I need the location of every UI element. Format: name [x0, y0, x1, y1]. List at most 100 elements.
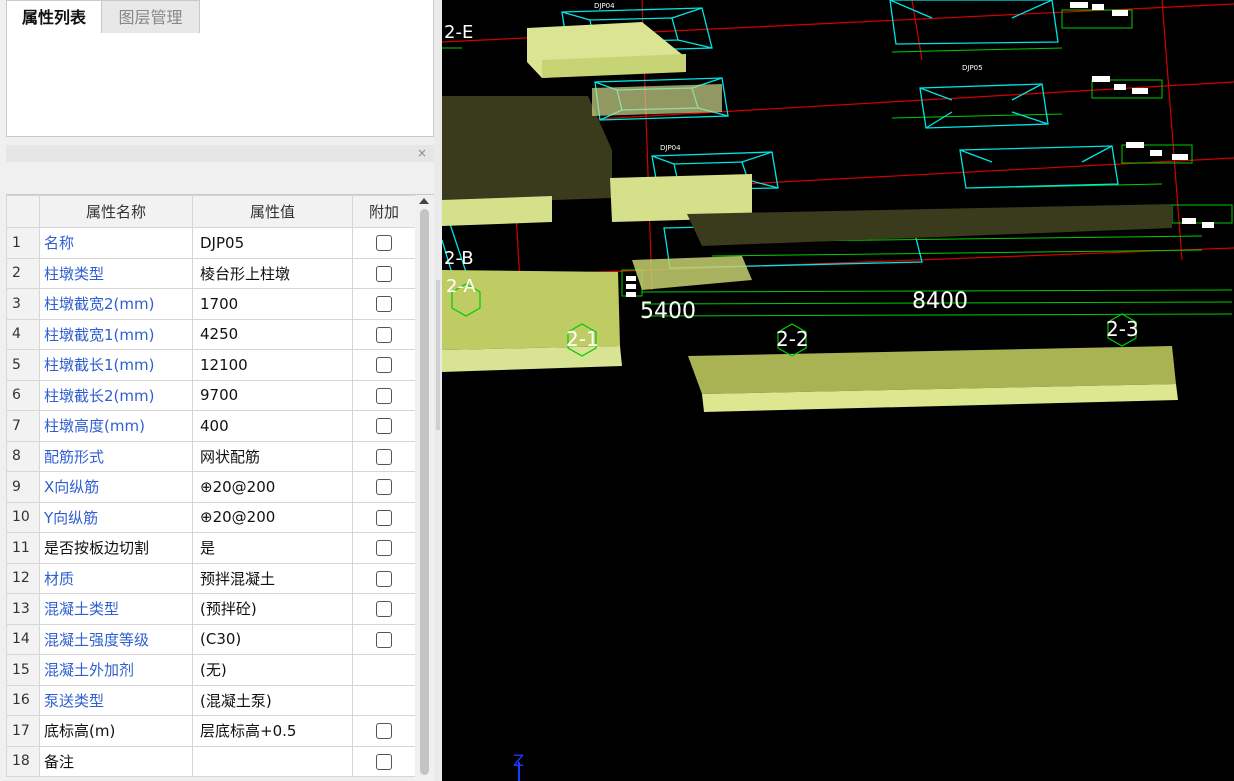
extra-checkbox[interactable]: [376, 723, 392, 740]
property-row[interactable]: 4 柱墩截宽1(mm) 4250: [6, 318, 416, 350]
property-name[interactable]: 混凝土类型: [39, 593, 193, 625]
property-extra-cell[interactable]: [352, 257, 416, 289]
close-icon[interactable]: ×: [417, 145, 427, 161]
property-extra-cell[interactable]: [352, 745, 416, 777]
property-name[interactable]: 材质: [39, 562, 193, 594]
splitter-grip[interactable]: [436, 280, 440, 430]
property-value[interactable]: (C30): [192, 623, 353, 655]
property-name[interactable]: 柱墩高度(mm): [39, 410, 193, 442]
property-value[interactable]: (无): [192, 654, 353, 686]
extra-checkbox[interactable]: [376, 753, 392, 770]
property-name[interactable]: 柱墩类型: [39, 257, 193, 289]
property-value[interactable]: DJP05: [192, 227, 353, 259]
property-extra-cell[interactable]: [352, 623, 416, 655]
property-name[interactable]: 配筋形式: [39, 440, 193, 472]
extra-checkbox[interactable]: [376, 265, 392, 282]
extra-checkbox[interactable]: [376, 479, 392, 496]
property-row[interactable]: 17 底标高(m) 层底标高+0.5: [6, 715, 416, 747]
axis-label-2-2: 2-2: [776, 327, 809, 351]
property-row[interactable]: 14 混凝土强度等级 (C30): [6, 623, 416, 655]
property-row[interactable]: 6 柱墩截长2(mm) 9700: [6, 379, 416, 411]
extra-checkbox[interactable]: [376, 448, 392, 465]
property-name[interactable]: 名称: [39, 227, 193, 259]
property-row[interactable]: 3 柱墩截宽2(mm) 1700: [6, 288, 416, 320]
property-value[interactable]: ⊕20@200: [192, 501, 353, 533]
property-row[interactable]: 18 备注: [6, 745, 416, 777]
property-name[interactable]: 混凝土外加剂: [39, 654, 193, 686]
property-name[interactable]: 柱墩截宽1(mm): [39, 318, 193, 350]
property-value[interactable]: 是: [192, 532, 353, 564]
property-row[interactable]: 16 泵送类型 (混凝土泵): [6, 684, 416, 716]
property-value[interactable]: 棱台形上柱墩: [192, 257, 353, 289]
property-row[interactable]: 9 X向纵筋 ⊕20@200: [6, 471, 416, 503]
property-extra-cell[interactable]: [352, 501, 416, 533]
extra-checkbox[interactable]: [376, 357, 392, 374]
property-extra-cell[interactable]: [352, 715, 416, 747]
property-value[interactable]: 网状配筋: [192, 440, 353, 472]
property-value[interactable]: (混凝土泵): [192, 684, 353, 716]
extra-checkbox[interactable]: [376, 387, 392, 404]
property-extra-cell[interactable]: [352, 440, 416, 472]
scrollbar-thumb[interactable]: [420, 209, 429, 775]
property-value[interactable]: 9700: [192, 379, 353, 411]
extra-checkbox[interactable]: [376, 418, 392, 435]
property-extra-cell[interactable]: [352, 532, 416, 564]
property-value[interactable]: 400: [192, 410, 353, 442]
column-header-value[interactable]: 属性值: [192, 195, 353, 228]
property-extra-cell[interactable]: [352, 349, 416, 381]
extra-checkbox[interactable]: [376, 509, 392, 526]
property-name[interactable]: 柱墩截长1(mm): [39, 349, 193, 381]
extra-checkbox[interactable]: [376, 235, 392, 252]
property-value[interactable]: ⊕20@200: [192, 471, 353, 503]
tab-property-list[interactable]: 属性列表: [6, 0, 102, 33]
property-extra-cell[interactable]: [352, 410, 416, 442]
extra-checkbox[interactable]: [376, 601, 392, 618]
property-row[interactable]: 1 名称 DJP05: [6, 227, 416, 259]
property-value[interactable]: (预拌砼): [192, 593, 353, 625]
property-value[interactable]: 预拌混凝土: [192, 562, 353, 594]
property-name[interactable]: 底标高(m): [39, 715, 193, 747]
extra-checkbox[interactable]: [376, 570, 392, 587]
property-name[interactable]: 泵送类型: [39, 684, 193, 716]
property-name[interactable]: X向纵筋: [39, 471, 193, 503]
property-row[interactable]: 5 柱墩截长1(mm) 12100: [6, 349, 416, 381]
extra-checkbox[interactable]: [376, 296, 392, 313]
drawing-canvas: 5400 8400 2-E 2-B 2-A 2-1 2-2 2-3 DJP04 …: [442, 0, 1234, 781]
column-header-extra[interactable]: 附加: [352, 195, 416, 228]
property-row[interactable]: 11 是否按板边切割是: [6, 532, 416, 564]
property-name[interactable]: 柱墩截长2(mm): [39, 379, 193, 411]
extra-checkbox[interactable]: [376, 631, 392, 648]
property-row[interactable]: 7 柱墩高度(mm) 400: [6, 410, 416, 442]
property-row[interactable]: 10 Y向纵筋 ⊕20@200: [6, 501, 416, 533]
property-row[interactable]: 15 混凝土外加剂 (无): [6, 654, 416, 686]
vertical-scrollbar[interactable]: [415, 195, 434, 781]
property-extra-cell[interactable]: [352, 288, 416, 320]
property-value[interactable]: 1700: [192, 288, 353, 320]
property-name[interactable]: 混凝土强度等级: [39, 623, 193, 655]
extra-checkbox[interactable]: [376, 326, 392, 343]
property-extra-cell[interactable]: [352, 593, 416, 625]
property-extra-cell[interactable]: [352, 379, 416, 411]
property-name[interactable]: 柱墩截宽2(mm): [39, 288, 193, 320]
property-value[interactable]: [192, 745, 353, 777]
tab-layer-management[interactable]: 图层管理: [102, 0, 200, 33]
property-row[interactable]: 12 材质 预拌混凝土: [6, 562, 416, 594]
property-value[interactable]: 层底标高+0.5: [192, 715, 353, 747]
property-name[interactable]: Y向纵筋: [39, 501, 193, 533]
property-extra-cell[interactable]: [352, 562, 416, 594]
axis-label-2-3: 2-3: [1106, 317, 1139, 341]
property-extra-cell[interactable]: [352, 471, 416, 503]
column-header-name[interactable]: 属性名称: [39, 195, 193, 228]
property-row[interactable]: 8 配筋形式 网状配筋: [6, 440, 416, 472]
property-value[interactable]: 12100: [192, 349, 353, 381]
property-extra-cell[interactable]: [352, 318, 416, 350]
scroll-up-arrow-icon[interactable]: [419, 198, 429, 204]
property-value[interactable]: 4250: [192, 318, 353, 350]
property-name[interactable]: 备注: [39, 745, 193, 777]
extra-checkbox[interactable]: [376, 540, 392, 557]
property-name[interactable]: 是否按板边切割: [39, 532, 193, 564]
property-extra-cell[interactable]: [352, 227, 416, 259]
3d-viewport[interactable]: 5400 8400 2-E 2-B 2-A 2-1 2-2 2-3 DJP04 …: [442, 0, 1234, 781]
property-row[interactable]: 13 混凝土类型 (预拌砼): [6, 593, 416, 625]
property-row[interactable]: 2 柱墩类型 棱台形上柱墩: [6, 257, 416, 289]
